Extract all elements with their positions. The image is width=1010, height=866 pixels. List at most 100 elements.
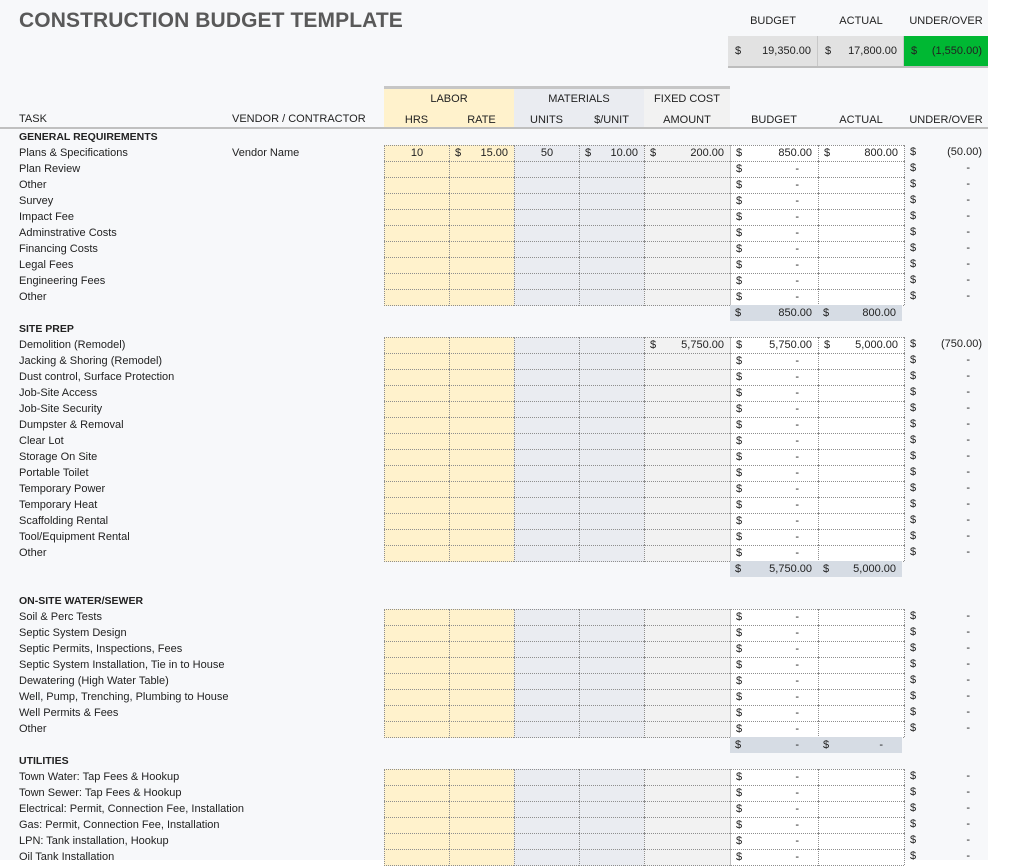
actual-cell[interactable] [818, 641, 904, 657]
rate-cell[interactable] [449, 417, 514, 433]
budget-cell[interactable]: $ - [730, 241, 818, 257]
hrs-cell[interactable] [384, 785, 449, 801]
units-cell[interactable] [514, 433, 579, 449]
hrs-cell[interactable]: 10 [384, 145, 449, 161]
hrs-cell[interactable] [384, 721, 449, 738]
budget-cell[interactable]: $ - [730, 385, 818, 401]
actual-cell[interactable] [818, 673, 904, 689]
rate-cell[interactable] [449, 401, 514, 417]
under-over-cell[interactable]: $ - [904, 705, 988, 721]
subtotal-budget-cell[interactable]: $850.00 [730, 305, 818, 321]
amount-cell[interactable] [644, 449, 730, 465]
rate-cell[interactable] [449, 609, 514, 625]
units-cell[interactable] [514, 609, 579, 625]
rate-cell[interactable] [449, 833, 514, 849]
rate-cell[interactable] [449, 241, 514, 257]
actual-cell[interactable] [818, 481, 904, 497]
per-unit-cell[interactable] [579, 529, 644, 545]
budget-cell[interactable]: $ - [730, 369, 818, 385]
rate-cell[interactable] [449, 465, 514, 481]
units-cell[interactable] [514, 769, 579, 785]
actual-cell[interactable]: $5,000.00 [818, 337, 904, 353]
budget-cell[interactable]: $ - [730, 465, 818, 481]
budget-cell[interactable]: $ - [730, 689, 818, 705]
budget-cell[interactable]: $850.00 [730, 145, 818, 161]
units-cell[interactable] [514, 353, 579, 369]
budget-cell[interactable]: $ - [730, 657, 818, 673]
rate-cell[interactable] [449, 273, 514, 289]
subtotal-budget-cell[interactable]: $ - [730, 737, 818, 753]
under-over-cell[interactable]: $ - [904, 689, 988, 705]
under-over-cell[interactable]: $ - [904, 353, 988, 369]
hrs-cell[interactable] [384, 529, 449, 545]
under-over-cell[interactable]: $ - [904, 817, 988, 833]
per-unit-cell[interactable] [579, 273, 644, 289]
per-unit-cell[interactable] [579, 385, 644, 401]
per-unit-cell[interactable] [579, 705, 644, 721]
under-over-cell[interactable]: $ - [904, 849, 988, 865]
rate-cell[interactable] [449, 801, 514, 817]
actual-cell[interactable] [818, 449, 904, 465]
rate-cell[interactable] [449, 337, 514, 353]
rate-cell[interactable] [449, 545, 514, 562]
under-over-cell[interactable]: $ - [904, 833, 988, 849]
budget-cell[interactable]: $ - [730, 417, 818, 433]
under-over-cell[interactable]: $ - [904, 401, 988, 417]
units-cell[interactable] [514, 209, 579, 225]
amount-cell[interactable] [644, 657, 730, 673]
budget-cell[interactable]: $ - [730, 673, 818, 689]
under-over-cell[interactable]: $ - [904, 177, 988, 193]
rate-cell[interactable] [449, 289, 514, 306]
actual-cell[interactable] [818, 769, 904, 785]
actual-cell[interactable] [818, 465, 904, 481]
rate-cell[interactable] [449, 161, 514, 177]
amount-cell[interactable] [644, 689, 730, 705]
actual-cell[interactable] [818, 785, 904, 801]
per-unit-cell[interactable] [579, 353, 644, 369]
under-over-cell[interactable]: $ - [904, 657, 988, 673]
amount-cell[interactable] [644, 817, 730, 833]
under-over-cell[interactable]: $ - [904, 289, 988, 305]
actual-cell[interactable] [818, 513, 904, 529]
per-unit-cell[interactable] [579, 257, 644, 273]
amount-cell[interactable] [644, 769, 730, 785]
under-over-cell[interactable]: $ - [904, 481, 988, 497]
hrs-cell[interactable] [384, 481, 449, 497]
under-over-cell[interactable]: $ - [904, 193, 988, 209]
actual-cell[interactable]: $800.00 [818, 145, 904, 161]
units-cell[interactable] [514, 529, 579, 545]
hrs-cell[interactable] [384, 209, 449, 225]
units-cell[interactable] [514, 833, 579, 849]
actual-cell[interactable] [818, 289, 904, 306]
amount-cell[interactable] [644, 401, 730, 417]
actual-cell[interactable] [818, 401, 904, 417]
rate-cell[interactable] [449, 353, 514, 369]
rate-cell[interactable] [449, 657, 514, 673]
under-over-cell[interactable]: $ (750.00) [904, 337, 988, 353]
per-unit-cell[interactable] [579, 625, 644, 641]
actual-cell[interactable] [818, 833, 904, 849]
rate-cell[interactable] [449, 481, 514, 497]
subtotal-actual-cell[interactable]: $800.00 [818, 305, 902, 321]
hrs-cell[interactable] [384, 801, 449, 817]
under-over-cell[interactable]: $ (50.00) [904, 145, 988, 161]
under-over-cell[interactable]: $ - [904, 529, 988, 545]
under-over-cell[interactable]: $ - [904, 625, 988, 641]
budget-cell[interactable]: $ - [730, 705, 818, 721]
budget-cell[interactable]: $ - [730, 225, 818, 241]
actual-cell[interactable] [818, 369, 904, 385]
rate-cell[interactable] [449, 257, 514, 273]
per-unit-cell[interactable] [579, 401, 644, 417]
per-unit-cell[interactable] [579, 673, 644, 689]
budget-cell[interactable]: $ - [730, 257, 818, 273]
units-cell[interactable] [514, 449, 579, 465]
amount-cell[interactable] [644, 785, 730, 801]
amount-cell[interactable] [644, 161, 730, 177]
hrs-cell[interactable] [384, 193, 449, 209]
hrs-cell[interactable] [384, 497, 449, 513]
rate-cell[interactable] [449, 513, 514, 529]
rate-cell[interactable] [449, 721, 514, 738]
budget-cell[interactable]: $ - [730, 641, 818, 657]
amount-cell[interactable] [644, 193, 730, 209]
budget-cell[interactable]: $ - [730, 177, 818, 193]
